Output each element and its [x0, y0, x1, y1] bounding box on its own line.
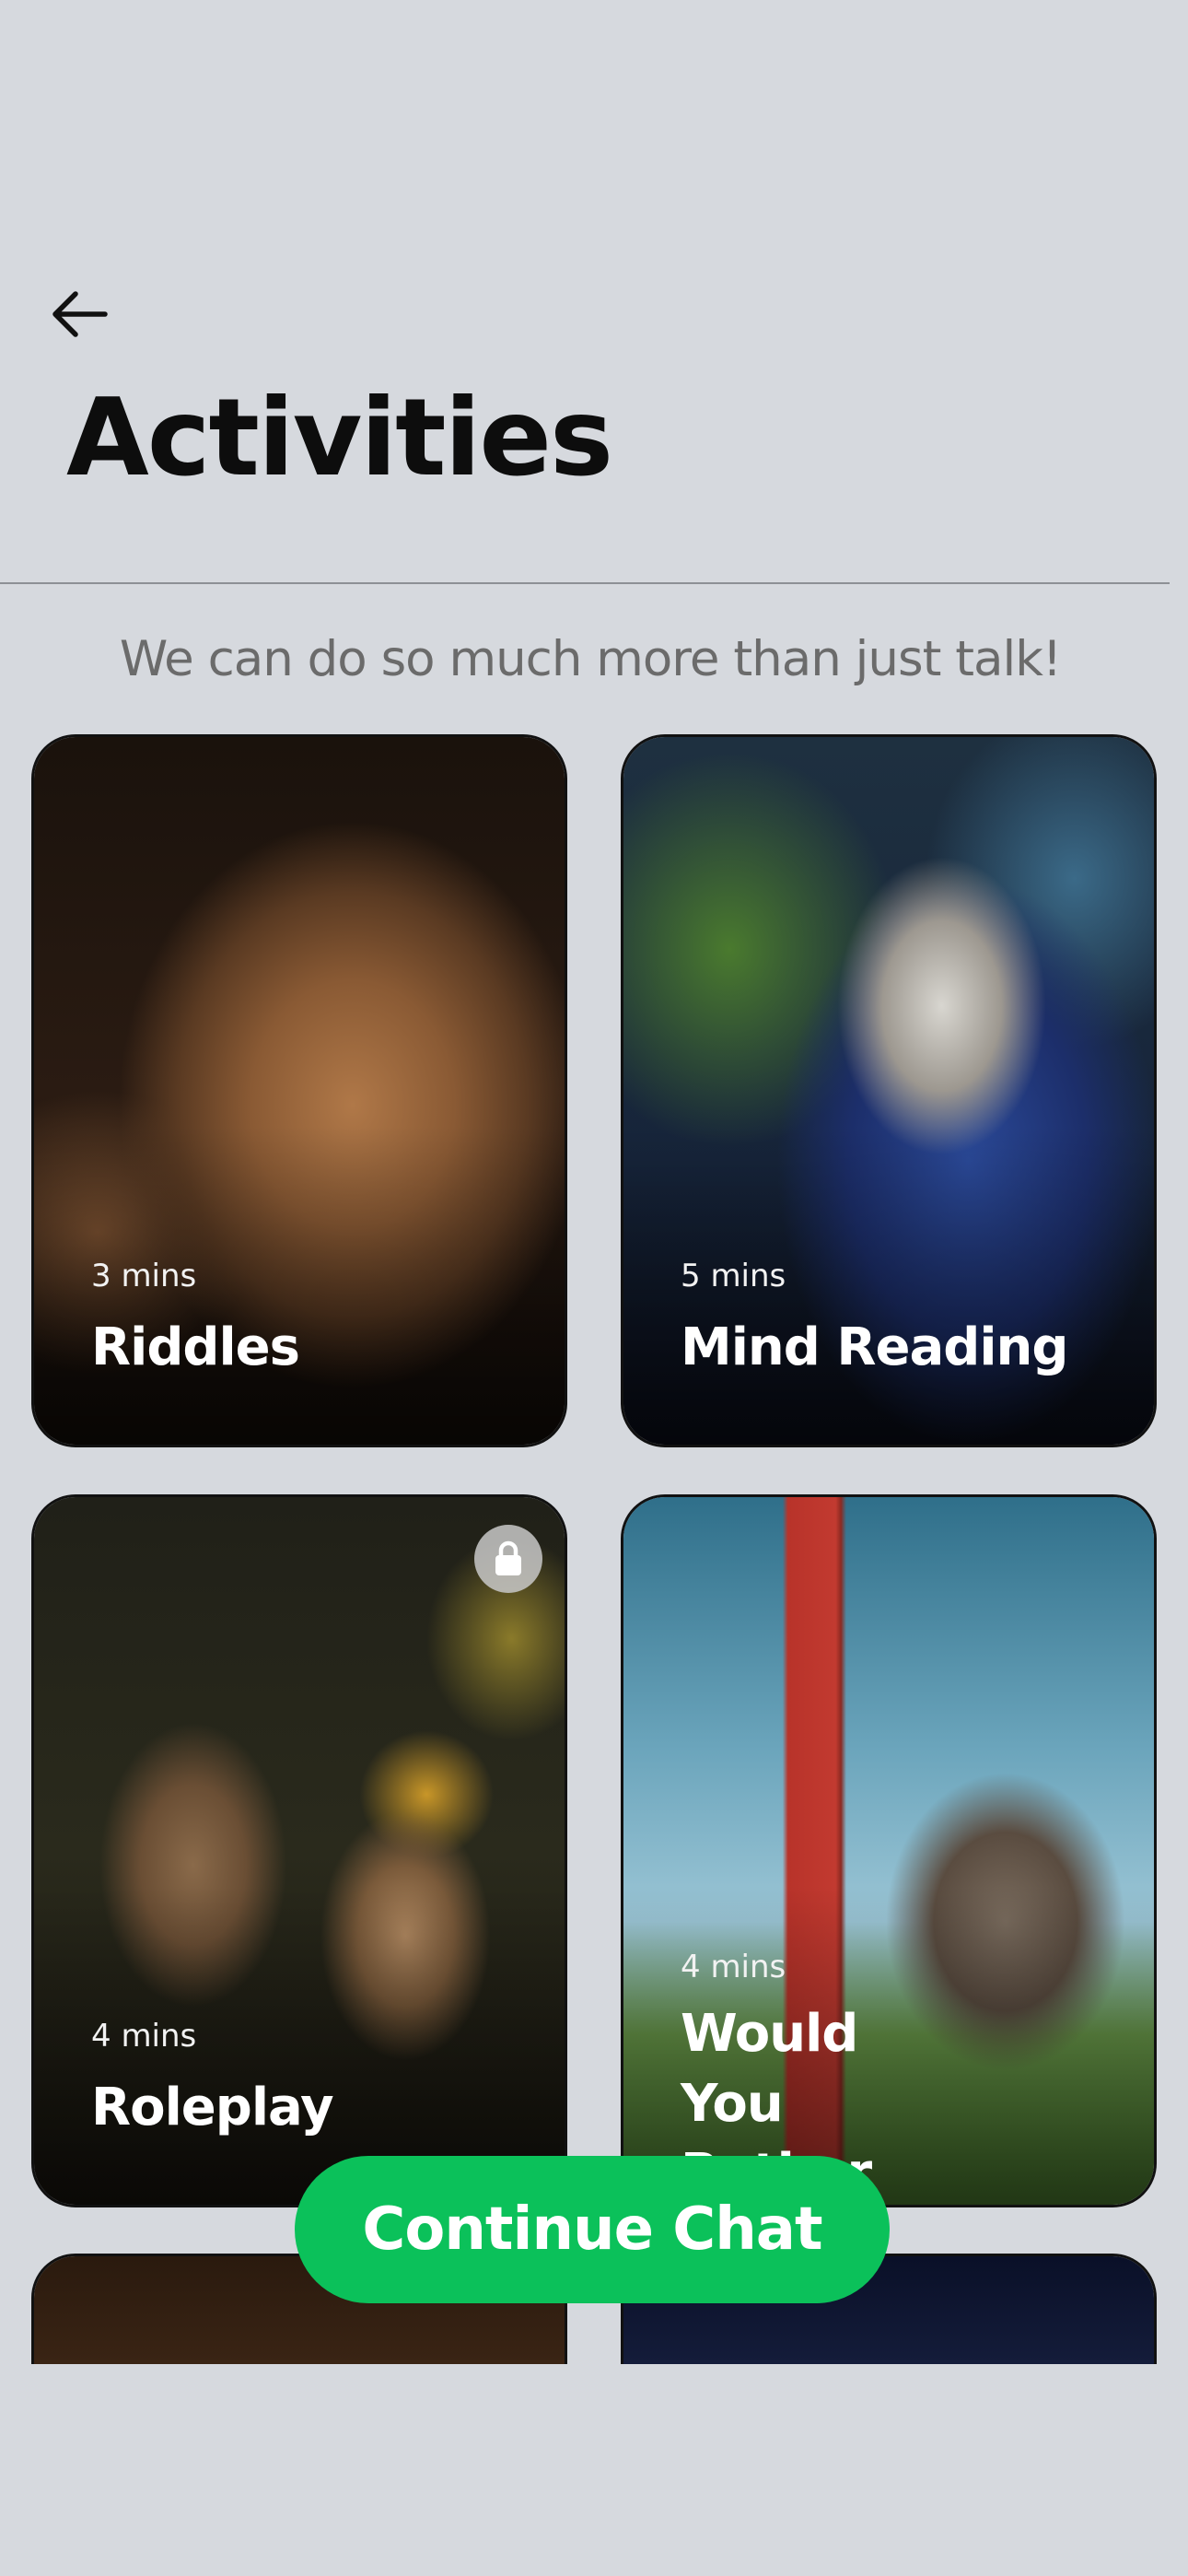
lock-badge [474, 1525, 542, 1593]
continue-chat-button[interactable]: Continue Chat [295, 2156, 890, 2303]
activity-name: Riddles [91, 1317, 300, 1377]
lock-icon [495, 1540, 521, 1575]
back-button[interactable] [46, 281, 112, 347]
header-divider [0, 582, 1170, 584]
activity-card-riddles[interactable]: 3 mins Riddles [31, 734, 567, 1447]
activity-duration: 3 mins [91, 1258, 197, 1294]
activity-duration: 5 mins [681, 1258, 786, 1294]
activity-duration: 4 mins [91, 2018, 197, 2055]
page-title: Activities [66, 376, 613, 500]
activity-card-would-you-rather[interactable]: 4 mins Would You Rather [621, 1494, 1157, 2207]
activity-duration: 4 mins [681, 1949, 786, 1985]
arrow-left-icon [52, 291, 108, 337]
subtitle: We can do so much more than just talk! [119, 631, 1062, 687]
activity-name: Mind Reading [681, 1317, 1068, 1377]
activity-name: Roleplay [91, 2078, 334, 2137]
activity-card-mind-reading[interactable]: 5 mins Mind Reading [621, 734, 1157, 1447]
activity-card-roleplay[interactable]: 4 mins Roleplay [31, 1494, 567, 2207]
